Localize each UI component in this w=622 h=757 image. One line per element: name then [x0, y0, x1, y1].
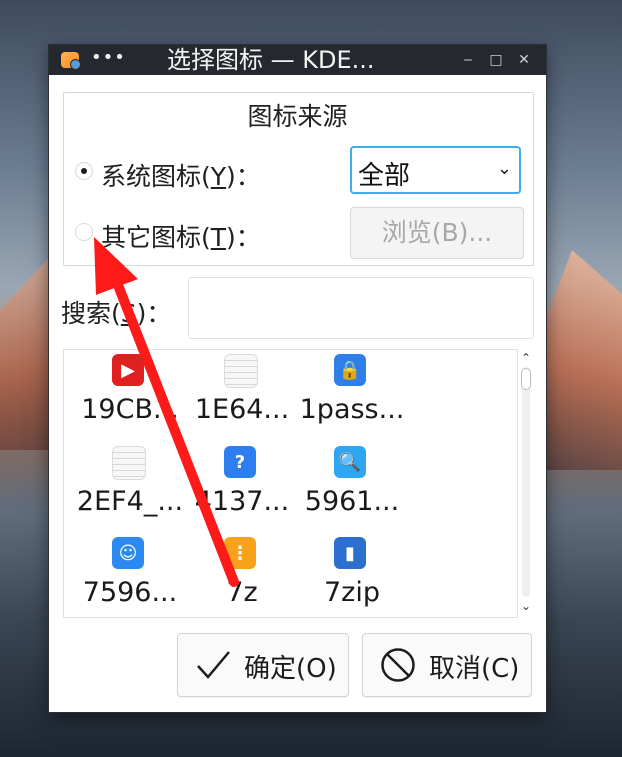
video-app-icon: ▶	[112, 354, 144, 386]
icon-grid-item-label: 1E64...	[194, 394, 290, 425]
icon-grid-item[interactable]: 🔒 1pass...	[296, 350, 408, 440]
system-icons-radio[interactable]	[75, 162, 93, 180]
icon-source-title: 图标来源	[247, 102, 348, 131]
search-input[interactable]	[188, 277, 534, 339]
scrollbar-track[interactable]	[522, 367, 530, 597]
checkmark-icon	[197, 651, 230, 679]
icon-grid-item[interactable]: 2EF4_...	[74, 442, 186, 532]
other-icons-radio[interactable]	[75, 223, 93, 241]
text-document-icon	[224, 354, 258, 388]
avatar-badge-icon: ☺	[112, 537, 144, 569]
search-label: 搜索(S)：	[61, 299, 172, 328]
cancel-circle-icon	[381, 648, 415, 682]
icon-category-value: 全部	[358, 161, 411, 191]
cancel-button[interactable]: 取消(C)	[362, 633, 532, 697]
ok-button[interactable]: 确定(O)	[177, 633, 349, 697]
icon-grid-item[interactable]: ▮ 7zip	[296, 533, 408, 617]
window-menu-icon[interactable]: •••	[91, 47, 126, 68]
icon-grid-item-label: 2EF4_...	[76, 486, 184, 517]
close-icon[interactable]: ✕	[514, 50, 534, 70]
system-icons-label[interactable]: 系统图标(Y)：	[101, 157, 261, 193]
window-title: 选择图标 — KDE...	[167, 46, 375, 74]
app-icon[interactable]	[61, 52, 81, 70]
icon-grid-item[interactable]: ☺ 7596...	[74, 533, 186, 617]
archive-7z-icon: ⋮	[224, 537, 256, 569]
scrollbar-thumb[interactable]	[521, 368, 531, 390]
scroll-up-icon[interactable]: ⌃	[518, 351, 534, 365]
browse-button[interactable]: 浏览(B)...	[350, 207, 524, 259]
icon-grid-item[interactable]: ? 4137...	[186, 442, 298, 532]
icon-grid-item-label: 19CB...	[81, 394, 179, 425]
icon-grid-item-label: 7z	[226, 577, 258, 608]
zip-archive-icon: ▮	[334, 537, 366, 569]
icon-grid-item-label: 4137...	[194, 486, 290, 517]
icon-grid-item-label: 7596...	[82, 577, 178, 608]
icon-category-select[interactable]: 全部 ⌄	[350, 146, 521, 194]
icon-grid-item[interactable]: 🔍 5961...	[296, 442, 408, 532]
maximize-icon[interactable]: □	[486, 50, 506, 70]
help-question-icon: ?	[224, 446, 256, 478]
icon-grid-item-label: 5961...	[304, 486, 400, 517]
icon-grid[interactable]: ▶ 19CB... 1E64... 🔒 1pass... 2EF4_...? 4137...…	[63, 349, 518, 618]
scroll-down-icon[interactable]: ⌄	[518, 599, 534, 613]
select-icon-dialog: ••• 选择图标 — KDE... ‒ □ ✕ 图标来源 系统图标(Y)： 全部…	[49, 45, 546, 712]
icon-grid-item[interactable]: 1E64...	[186, 350, 298, 440]
other-icons-label[interactable]: 其它图标(T)：	[101, 218, 261, 254]
icon-grid-item-label: 1pass...	[299, 394, 405, 425]
ok-button-label: 确定(O)	[244, 654, 337, 684]
cancel-button-label: 取消(C)	[429, 654, 520, 684]
icon-grid-item[interactable]: ▶ 19CB...	[74, 350, 186, 440]
icon-grid-item-label: 7zip	[324, 577, 380, 608]
minimize-icon[interactable]: ‒	[458, 50, 478, 70]
chevron-down-icon: ⌄	[496, 158, 512, 179]
search-magnifier-icon: 🔍	[334, 446, 366, 478]
icon-grid-scrollbar[interactable]: ⌃ ⌄	[518, 349, 534, 618]
icon-grid-item[interactable]: ⋮ 7z	[186, 533, 298, 617]
password-lock-icon: 🔒	[334, 354, 366, 386]
title-bar[interactable]: ••• 选择图标 — KDE... ‒ □ ✕	[49, 45, 546, 75]
text-document-icon	[112, 446, 146, 480]
